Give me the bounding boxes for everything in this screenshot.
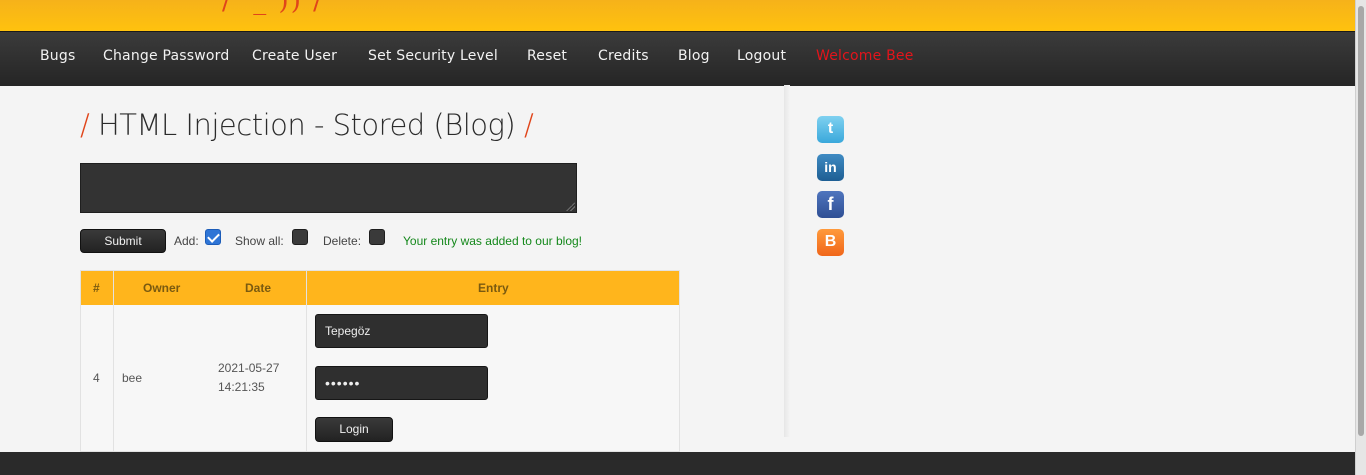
- nav-blog[interactable]: Blog: [678, 48, 710, 64]
- nav-bugs[interactable]: Bugs: [40, 48, 75, 64]
- col-header-entry: Entry: [478, 281, 509, 295]
- status-message: Your entry was added to our blog!: [403, 234, 583, 248]
- delete-label: Delete:: [323, 234, 362, 248]
- page-title: / HTML Injection - Stored (Blog) /: [80, 108, 534, 152]
- nav-reset[interactable]: Reset: [527, 48, 567, 64]
- injected-password-input[interactable]: ••••••: [315, 366, 488, 400]
- cell-date: 2021-05-27: [218, 361, 280, 375]
- nav-credits[interactable]: Credits: [598, 48, 649, 64]
- add-label: Add:: [174, 234, 199, 248]
- injected-login-button[interactable]: Login: [315, 417, 393, 442]
- nav-change-password[interactable]: Change Password: [103, 48, 229, 64]
- sidebar-divider: [784, 85, 790, 437]
- logo-fragment: / _ )) / ' ': [222, 0, 445, 16]
- nav-set-security-level[interactable]: Set Security Level: [368, 48, 498, 64]
- add-checkbox[interactable]: [205, 229, 221, 245]
- vertical-scrollbar[interactable]: [1355, 0, 1366, 475]
- title-slash-left: /: [80, 108, 90, 142]
- blogger-icon[interactable]: B: [817, 229, 844, 256]
- header-banner: / _ )) / ' ': [0, 0, 1366, 31]
- footer: [0, 452, 1356, 475]
- cell-time: 14:21:35: [218, 380, 265, 394]
- cell-id: 4: [93, 371, 100, 385]
- col-header-id: #: [93, 281, 100, 295]
- blogger-glyph: B: [824, 233, 837, 250]
- col-header-owner: Owner: [143, 281, 181, 295]
- blog-entry-textarea[interactable]: [80, 163, 577, 213]
- col-divider: [306, 271, 307, 451]
- scrollbar-thumb[interactable]: [1358, 6, 1364, 436]
- delete-checkbox[interactable]: [369, 229, 385, 245]
- page-title-text: HTML Injection - Stored (Blog): [98, 108, 516, 142]
- nav-logout[interactable]: Logout: [737, 48, 786, 64]
- show-all-checkbox[interactable]: [292, 229, 308, 245]
- show-all-label: Show all:: [235, 234, 284, 248]
- injected-username-input[interactable]: Tepegöz: [315, 314, 488, 348]
- col-divider: [113, 271, 114, 451]
- facebook-glyph: f: [827, 194, 834, 214]
- twitter-icon[interactable]: t: [817, 116, 844, 143]
- submit-button[interactable]: Submit: [80, 229, 166, 253]
- main-nav: Bugs Change Password Create User Set Sec…: [0, 31, 1366, 86]
- linkedin-glyph: in: [824, 159, 837, 175]
- facebook-icon[interactable]: f: [817, 191, 844, 218]
- table-header: # Owner Date Entry: [81, 271, 679, 305]
- nav-welcome[interactable]: Welcome Bee: [816, 48, 914, 64]
- linkedin-icon[interactable]: in: [817, 154, 844, 181]
- col-header-date: Date: [245, 281, 272, 295]
- cell-owner: bee: [122, 371, 143, 385]
- resize-grip-icon[interactable]: [566, 202, 575, 211]
- blog-table: # Owner Date Entry 4 bee 2021-05-27 14:2…: [80, 270, 680, 452]
- nav-create-user[interactable]: Create User: [252, 48, 337, 64]
- title-slash-right: /: [523, 108, 534, 142]
- twitter-glyph: t: [827, 120, 834, 137]
